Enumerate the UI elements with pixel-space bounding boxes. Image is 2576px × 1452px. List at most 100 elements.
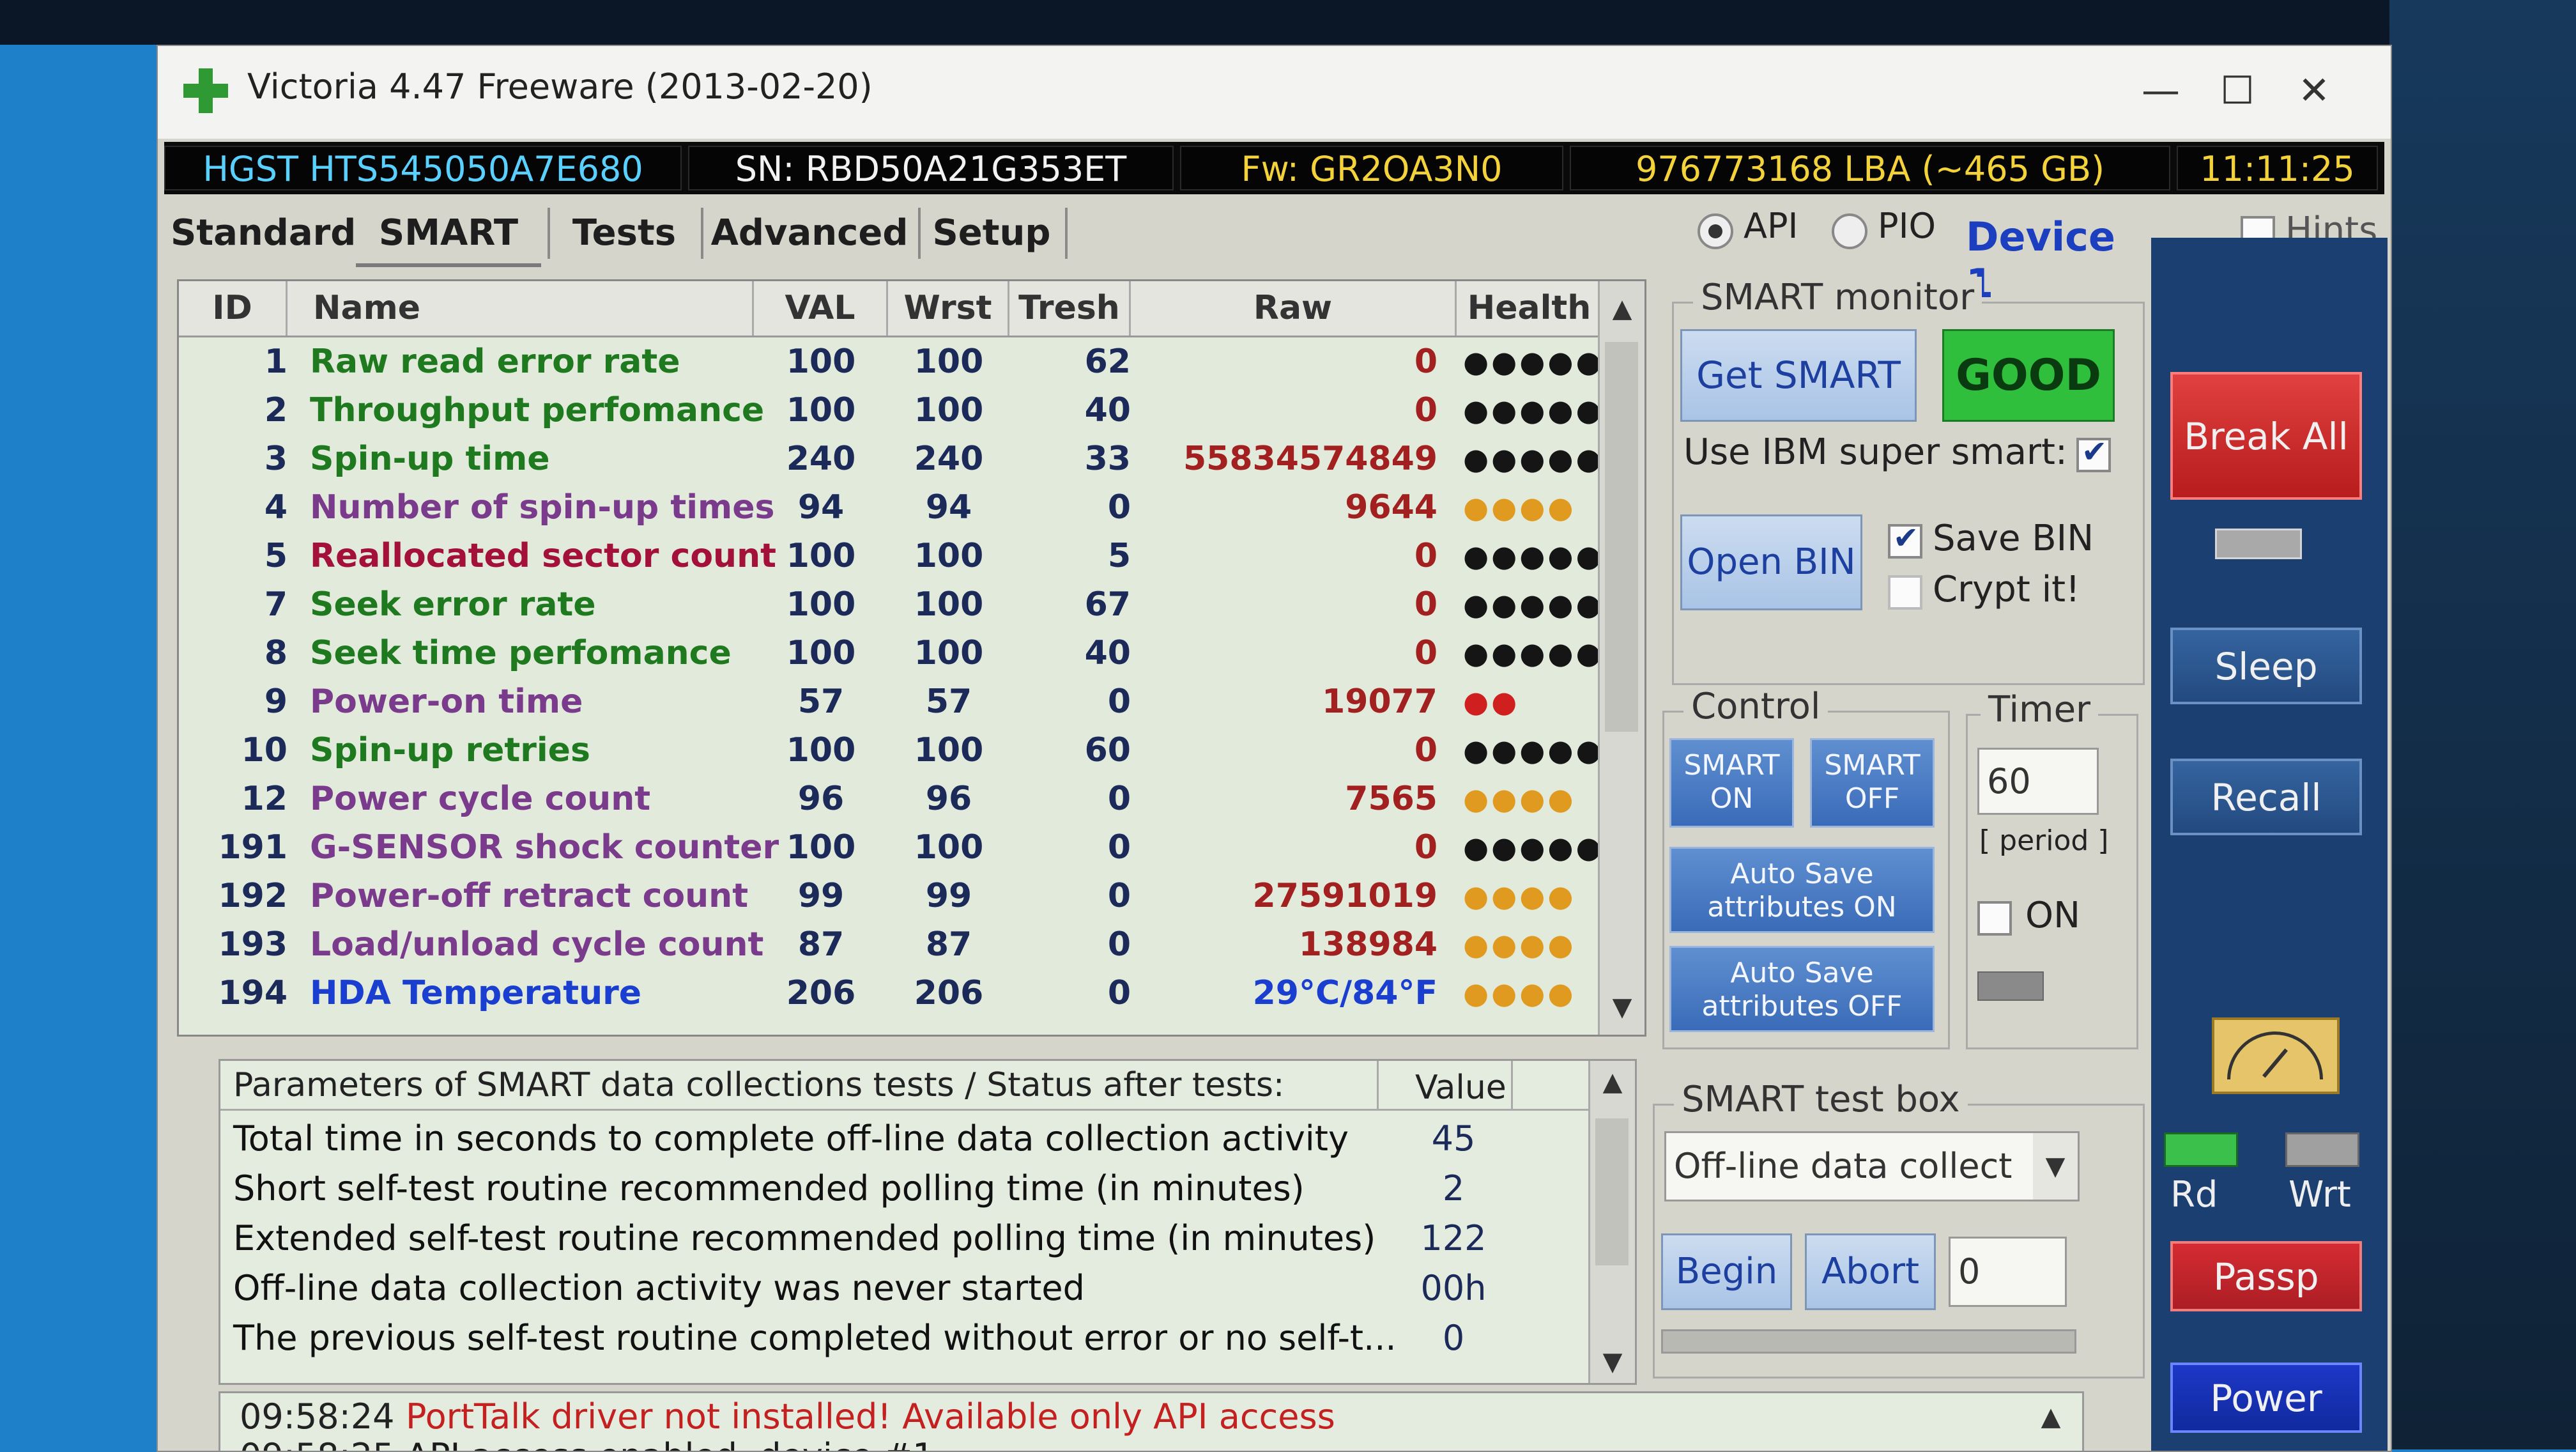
row-raw: 29°C/84°F <box>1252 974 1438 1012</box>
passp-button[interactable]: Passp <box>2170 1241 2362 1311</box>
close-button[interactable]: ✕ <box>2279 59 2349 123</box>
chevron-down-icon[interactable]: ▼ <box>2033 1133 2078 1200</box>
row-val: 100 <box>786 585 856 624</box>
crypt-checkbox[interactable] <box>1888 575 1922 610</box>
col-val[interactable]: VAL <box>754 281 888 336</box>
row-name: HDA Temperature <box>310 974 642 1012</box>
col-name[interactable]: Name <box>288 281 754 336</box>
drive-model: HGST HTS545050A7E680 <box>164 146 682 190</box>
row-raw: 0 <box>1414 731 1438 769</box>
table-row[interactable]: 10 Spin-up retries 100 100 60 0 ●●●●● <box>179 726 1604 775</box>
scroll-thumb[interactable] <box>1595 1118 1629 1265</box>
timer-period-input[interactable]: 60 <box>1977 748 2099 815</box>
table-row[interactable]: 12 Power cycle count 96 96 0 7565 ●●●● <box>179 775 1604 823</box>
tab-tests[interactable]: Tests <box>554 203 694 263</box>
table-row[interactable]: 4 Number of spin-up times 94 94 0 9644 ●●●● <box>179 483 1604 532</box>
table-row[interactable]: 193 Load/unload cycle count 87 87 0 138984 ●●●… <box>179 920 1604 969</box>
status-indicator <box>2215 529 2302 559</box>
params-header: Parameters of SMART data collections tes… <box>220 1061 1594 1111</box>
params-value-header: Value <box>1415 1069 1506 1107</box>
tab-advanced[interactable]: Advanced <box>707 203 912 263</box>
timer-on-checkbox[interactable] <box>1977 901 2012 936</box>
table-row[interactable]: 194 HDA Temperature 206 206 0 29°C/84°F ●●●● <box>179 969 1604 1017</box>
table-row[interactable]: 7 Seek error rate 100 100 67 0 ●●●●● <box>179 580 1604 629</box>
col-health[interactable]: Health <box>1457 281 1604 336</box>
table-row[interactable]: 5 Reallocated sector count 100 100 5 0 ●●●●● <box>179 532 1604 580</box>
autosave-on-button[interactable]: Auto Save attributes ON <box>1669 847 1935 933</box>
open-bin-button[interactable]: Open BIN <box>1680 514 1862 610</box>
use-ibm-checkbox[interactable] <box>2076 434 2111 472</box>
tab-smart[interactable]: SMART <box>356 203 541 267</box>
maximize-button[interactable]: ☐ <box>2202 59 2273 123</box>
smart-on-button[interactable]: SMART ON <box>1669 738 1794 828</box>
col-wrst[interactable]: Wrst <box>888 281 1009 336</box>
table-row[interactable]: 9 Power-on time 57 57 0 19077 ●● <box>179 677 1604 726</box>
col-id[interactable]: ID <box>179 281 288 336</box>
sleep-button[interactable]: Sleep <box>2170 628 2362 704</box>
begin-button[interactable]: Begin <box>1661 1233 1792 1310</box>
row-health: ●●●●● <box>1463 830 1604 865</box>
param-label: Off-line data collection activity was ne… <box>233 1268 1085 1308</box>
scroll-down-icon[interactable]: ▼ <box>1600 992 1644 1022</box>
smart-off-button[interactable]: SMART OFF <box>1810 738 1935 828</box>
smart-params-panel: Parameters of SMART data collections tes… <box>218 1059 1637 1385</box>
pio-radio[interactable] <box>1832 213 1867 249</box>
row-val: 100 <box>786 634 856 672</box>
col-tresh[interactable]: Tresh <box>1009 281 1131 336</box>
log-message: API access enabled, device #1 <box>406 1436 935 1451</box>
param-value: 122 <box>1420 1218 1487 1258</box>
table-body: 1 Raw read error rate 100 100 62 0 ●●●●● 2 Throu… <box>179 337 1604 1017</box>
get-smart-button[interactable]: Get SMART <box>1680 329 1917 422</box>
scroll-up-icon[interactable]: ▲ <box>1590 1067 1635 1097</box>
table-row[interactable]: 191 G-SENSOR shock counter 100 100 0 0 ●●●●● <box>179 823 1604 872</box>
row-tresh: 62 <box>1084 343 1131 381</box>
row-health: ●●●●● <box>1463 393 1604 428</box>
abort-button[interactable]: Abort <box>1805 1233 1936 1310</box>
params-scrollbar[interactable]: ▲ ▼ <box>1588 1061 1635 1383</box>
test-type-select[interactable]: Off-line data collect ▼ <box>1664 1131 2080 1201</box>
row-val: 100 <box>786 731 856 769</box>
api-label: API <box>1744 206 1798 246</box>
row-name: Power cycle count <box>310 780 651 818</box>
api-radio[interactable] <box>1698 213 1733 249</box>
tab-setup[interactable]: Setup <box>924 203 1059 263</box>
scroll-down-icon[interactable]: ▼ <box>1590 1347 1635 1377</box>
recall-button[interactable]: Recall <box>2170 759 2362 835</box>
table-row[interactable]: 3 Spin-up time 240 240 33 55834574849 ●●●●● <box>179 435 1604 483</box>
row-tresh: 40 <box>1084 391 1131 429</box>
device-label[interactable]: Device 1 <box>1966 213 2115 307</box>
autosave-off-button[interactable]: Auto Save attributes OFF <box>1669 946 1935 1032</box>
log-scroll-up-icon[interactable]: ▲ <box>2028 1402 2073 1432</box>
row-val: 100 <box>786 537 856 575</box>
test-progress-bar <box>1661 1329 2076 1354</box>
row-tresh: 67 <box>1084 585 1131 624</box>
table-row[interactable]: 192 Power-off retract count 99 99 0 27591019 ●… <box>179 872 1604 920</box>
use-ibm-label: Use IBM super smart: <box>1683 431 2067 473</box>
tab-standard[interactable]: Standard <box>171 203 356 263</box>
row-tresh: 40 <box>1084 634 1131 672</box>
table-header: ID Name VAL Wrst Tresh Raw Health <box>179 281 1604 337</box>
row-id: 192 <box>218 877 288 915</box>
table-row[interactable]: 8 Seek time perfomance 100 100 40 0 ●●●●● <box>179 629 1604 677</box>
row-wrst: 100 <box>914 634 984 672</box>
row-tresh: 33 <box>1084 440 1131 478</box>
col-raw[interactable]: Raw <box>1131 281 1457 336</box>
minimize-button[interactable]: — <box>2126 59 2196 123</box>
log-time: 09:58:25 <box>240 1436 395 1451</box>
tab-separator <box>701 208 703 259</box>
column-divider <box>1511 1061 1513 1109</box>
row-name: Spin-up time <box>310 440 550 478</box>
table-scrollbar[interactable]: ▲ ▼ <box>1598 281 1644 1035</box>
row-health: ●●●● <box>1463 490 1576 525</box>
table-row[interactable]: 2 Throughput perfomance 100 100 40 0 ●●●●● <box>179 386 1604 435</box>
scroll-up-icon[interactable]: ▲ <box>1600 294 1644 323</box>
save-bin-checkbox[interactable] <box>1888 520 1922 559</box>
break-all-button[interactable]: Break All <box>2170 372 2362 500</box>
row-tresh: 0 <box>1107 780 1131 818</box>
row-val: 94 <box>797 488 845 527</box>
power-button[interactable]: Power <box>2170 1363 2362 1433</box>
row-tresh: 0 <box>1107 974 1131 1012</box>
row-wrst: 96 <box>925 780 972 818</box>
table-row[interactable]: 1 Raw read error rate 100 100 62 0 ●●●●● <box>179 337 1604 386</box>
scroll-thumb[interactable] <box>1605 342 1638 732</box>
